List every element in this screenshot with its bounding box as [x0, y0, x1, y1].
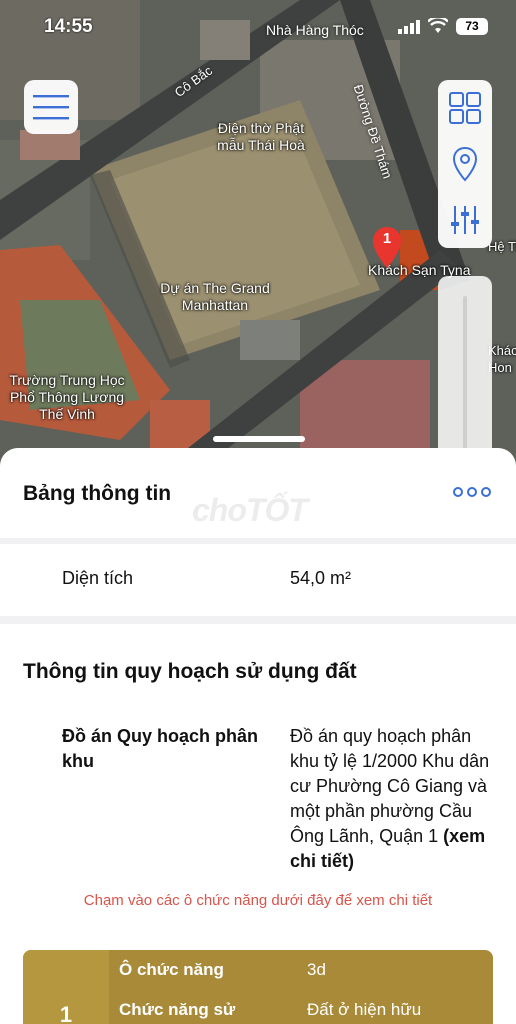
function-row-key: Chức năng sử [119, 1000, 236, 1019]
more-dot-icon [467, 487, 477, 497]
function-row[interactable]: Ô chức năng 3d [109, 950, 493, 988]
function-table[interactable]: 1 Ô chức năng 3d Chức năng sử Đất ở hiện… [23, 950, 493, 1024]
planning-card: Thông tin quy hoạch sử dụng đất Đồ án Qu… [0, 624, 516, 1024]
place-label-luong-the-vinh: Trường Trung Học Phổ Thông Lương Thế Vin… [9, 372, 125, 422]
status-bar: 14:55 Nhà Hàng Thóc 73 [0, 0, 516, 52]
layers-button[interactable] [438, 80, 492, 136]
grid-icon [449, 92, 481, 124]
function-hint: Chạm vào các ô chức năng dưới đây để xem… [83, 892, 433, 909]
slider-rail [463, 296, 467, 470]
more-dot-icon [453, 487, 463, 497]
map-pin[interactable]: 1 [372, 226, 402, 270]
planning-title: Thông tin quy hoạch sử dụng đất [23, 660, 357, 683]
filter-button[interactable] [438, 192, 492, 248]
wifi-icon [428, 18, 448, 33]
planning-key: Đồ án Quy hoạch phân khu [62, 726, 259, 771]
more-options-button[interactable] [452, 484, 492, 500]
locate-button[interactable] [438, 136, 492, 192]
area-label: Diện tích [62, 568, 134, 588]
menu-button[interactable] [24, 80, 78, 134]
opacity-slider[interactable] [438, 276, 492, 470]
function-row-value: Đất ở hiện hữu [307, 1000, 422, 1019]
more-dot-icon [481, 487, 491, 497]
sliders-icon [451, 206, 479, 234]
function-index-cell: 1 [23, 950, 109, 1024]
sheet-title: Bảng thông tin [23, 482, 172, 505]
planning-value: Đồ án quy hoạch phân khu tỷ lệ 1/2000 Kh… [290, 724, 500, 874]
location-pin-icon [452, 146, 478, 182]
function-row-value: 3d [307, 960, 326, 979]
place-label-grand-manhattan: Dự án The Grand Manhattan [160, 280, 270, 313]
hamburger-icon [33, 95, 69, 120]
area-value: 54,0 m² [290, 568, 352, 588]
satellite-map[interactable]: Cô Bắc Đường Đề Thám Điện thờ Phật mẫu T… [0, 0, 516, 470]
place-label-dien-tho: Điện thờ Phật mẫu Thái Hoà [217, 120, 305, 153]
function-row-key: Ô chức năng [119, 960, 224, 979]
place-label-edge-1: Hệ Th [488, 239, 516, 254]
place-label-edge-2: Khác Hon [488, 343, 516, 375]
function-row[interactable]: Chức năng sử Đất ở hiện hữu [109, 990, 493, 1024]
status-time: 14:55 [44, 16, 93, 37]
watermark: choTỐT [192, 492, 308, 528]
signal-icon [398, 20, 420, 34]
info-sheet: Bảng thông tin choTỐT Diện tích 54,0 m² … [0, 448, 516, 1024]
battery-indicator: 73 [456, 18, 488, 35]
function-index: 1 [59, 1002, 73, 1024]
map-tool-stack [438, 80, 492, 248]
area-row: Diện tích 54,0 m² [0, 544, 516, 616]
pin-number: 1 [382, 230, 392, 247]
status-location: Nhà Hàng Thóc [266, 22, 364, 38]
sheet-grabber[interactable] [213, 436, 305, 442]
sheet-header: Bảng thông tin choTỐT [0, 448, 516, 538]
